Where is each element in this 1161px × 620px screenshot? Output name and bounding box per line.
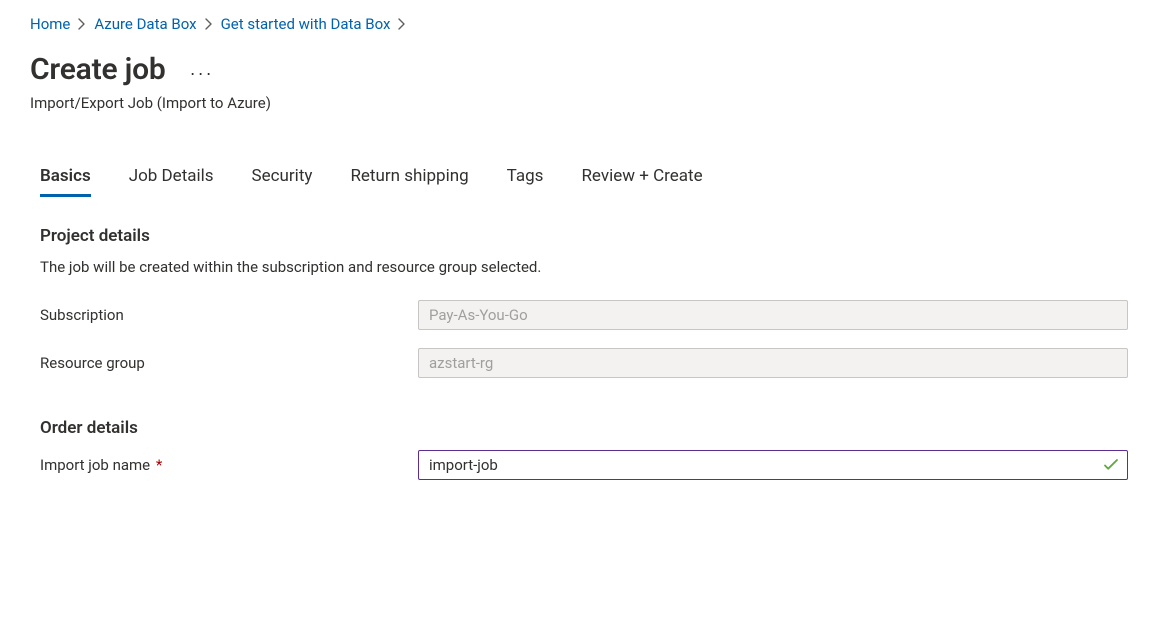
resource-group-input (418, 348, 1128, 378)
page-subtitle: Import/Export Job (Import to Azure) (30, 94, 1131, 112)
subscription-label: Subscription (40, 306, 418, 324)
tab-return-shipping[interactable]: Return shipping (350, 166, 468, 196)
ellipsis-icon: ··· (190, 64, 214, 82)
chevron-right-icon (78, 18, 86, 30)
breadcrumb-link-getstarted[interactable]: Get started with Data Box (221, 14, 391, 34)
tab-review-create[interactable]: Review + Create (581, 166, 702, 196)
breadcrumb-link-databox[interactable]: Azure Data Box (94, 14, 196, 34)
project-details-description: The job will be created within the subsc… (40, 258, 1131, 276)
order-details-heading: Order details (40, 418, 1131, 438)
page-title: Create job (30, 50, 166, 90)
section-order-details: Order details Import job name * (30, 418, 1131, 480)
import-job-name-label: Import job name * (40, 456, 418, 474)
breadcrumb-link-home[interactable]: Home (30, 14, 70, 34)
import-job-name-label-text: Import job name (40, 456, 150, 474)
tab-basics[interactable]: Basics (40, 166, 91, 196)
tab-job-details[interactable]: Job Details (129, 166, 214, 196)
breadcrumb: Home Azure Data Box Get started with Dat… (30, 14, 1131, 34)
required-asterisk: * (156, 456, 162, 474)
resource-group-label: Resource group (40, 354, 418, 372)
section-project-details: Project details The job will be created … (30, 226, 1131, 378)
import-job-name-input[interactable] (418, 450, 1128, 480)
tabs: Basics Job Details Security Return shipp… (30, 166, 1131, 196)
chevron-right-icon (205, 18, 213, 30)
project-details-heading: Project details (40, 226, 1131, 246)
more-actions-button[interactable]: ··· (186, 61, 218, 85)
subscription-input (418, 300, 1128, 330)
tab-tags[interactable]: Tags (507, 166, 544, 196)
chevron-right-icon (398, 18, 406, 30)
tab-security[interactable]: Security (252, 166, 313, 196)
